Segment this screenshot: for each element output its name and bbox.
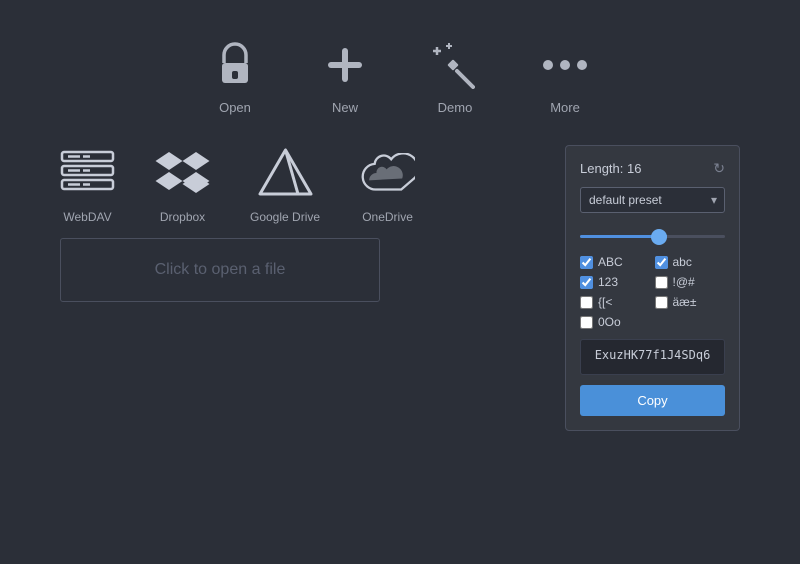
more-label: More (550, 100, 580, 115)
onedrive-item[interactable]: OneDrive (360, 145, 415, 224)
option-abc-upper-label: ABC (598, 255, 623, 269)
checkbox-num[interactable] (580, 276, 593, 289)
pw-preset-select[interactable]: default preset strong pin custom (580, 187, 725, 213)
option-accented[interactable]: äæ± (655, 295, 726, 309)
middle-row: WebDAV Dropbox (0, 135, 800, 441)
googledrive-label: Google Drive (250, 210, 320, 224)
onedrive-icon (360, 145, 415, 200)
copy-label: Copy (637, 393, 667, 408)
open-toolbar-item[interactable]: Open (210, 40, 260, 115)
toolbar: Open New (210, 0, 590, 135)
wand-icon (430, 40, 480, 90)
lock-icon (210, 40, 260, 90)
pw-panel: Length: 16 ↻ default preset strong pin c… (565, 145, 740, 431)
open-file-box[interactable]: Click to open a file (60, 238, 380, 302)
storage-icons: WebDAV Dropbox (60, 145, 545, 224)
pw-length-slider[interactable] (580, 235, 725, 238)
option-ambiguous-label: 0Oo (598, 315, 621, 329)
dropbox-item[interactable]: Dropbox (155, 145, 210, 224)
option-abc-upper[interactable]: ABC (580, 255, 651, 269)
webdav-item[interactable]: WebDAV (60, 145, 115, 224)
option-brackets-label: {[< (598, 295, 612, 309)
demo-toolbar-item[interactable]: Demo (430, 40, 480, 115)
option-num[interactable]: 123 (580, 275, 651, 289)
pw-generated: ExuzHK77f1J4SDq6 (580, 339, 725, 375)
more-toolbar-item[interactable]: More (540, 40, 590, 115)
option-ambiguous[interactable]: 0Oo (580, 315, 651, 329)
pw-slider-container (580, 223, 725, 245)
option-special[interactable]: !@# (655, 275, 726, 289)
webdav-icon (60, 145, 115, 200)
checkbox-brackets[interactable] (580, 296, 593, 309)
checkbox-special[interactable] (655, 276, 668, 289)
option-abc-lower-label: abc (673, 255, 692, 269)
plus-icon (320, 40, 370, 90)
checkbox-abc-lower[interactable] (655, 256, 668, 269)
option-abc-lower[interactable]: abc (655, 255, 726, 269)
pw-preset-wrapper: default preset strong pin custom (580, 187, 725, 213)
checkbox-ambiguous[interactable] (580, 316, 593, 329)
main-container: Open New (0, 0, 800, 564)
checkbox-abc-upper[interactable] (580, 256, 593, 269)
new-label: New (332, 100, 358, 115)
checkbox-accented[interactable] (655, 296, 668, 309)
option-accented-label: äæ± (673, 295, 697, 309)
pw-options: ABC abc 123 !@# {[< (580, 255, 725, 329)
pw-generated-text: ExuzHK77f1J4SDq6 (595, 348, 711, 362)
dropbox-icon (155, 145, 210, 200)
open-label: Open (219, 100, 251, 115)
open-file-placeholder: Click to open a file (155, 261, 286, 278)
copy-button[interactable]: Copy (580, 385, 725, 416)
option-num-label: 123 (598, 275, 618, 289)
dots-icon (540, 40, 590, 90)
pw-length-row: Length: 16 ↻ (580, 160, 725, 177)
pw-length-label: Length: 16 (580, 161, 641, 176)
googledrive-item[interactable]: Google Drive (250, 145, 320, 224)
refresh-icon[interactable]: ↻ (713, 160, 725, 177)
new-toolbar-item[interactable]: New (320, 40, 370, 115)
onedrive-label: OneDrive (362, 210, 413, 224)
dropbox-label: Dropbox (160, 210, 205, 224)
googledrive-icon (258, 145, 313, 200)
webdav-label: WebDAV (63, 210, 111, 224)
option-special-label: !@# (673, 275, 695, 289)
demo-label: Demo (438, 100, 473, 115)
left-panel: WebDAV Dropbox (60, 145, 545, 302)
option-brackets[interactable]: {[< (580, 295, 651, 309)
